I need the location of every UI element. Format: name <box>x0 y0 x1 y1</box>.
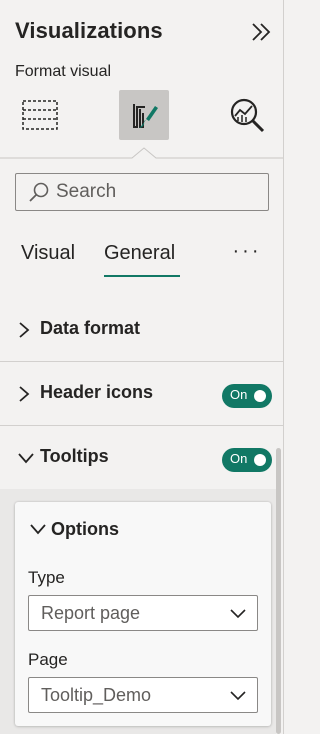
double-chevron-right-icon <box>252 23 271 41</box>
chevron-down-icon <box>30 524 46 535</box>
format-tabs: Visual General ··· <box>0 238 284 278</box>
type-dropdown-value: Report page <box>41 603 141 623</box>
tab-divider <box>0 147 284 159</box>
page-dropdown-value: Tooltip_Demo <box>41 685 152 705</box>
pane-border <box>283 0 284 734</box>
chevron-down-icon <box>230 609 246 619</box>
visualizations-pane: Visualizations Format visual Search Visu… <box>0 0 284 734</box>
type-dropdown[interactable]: Report page <box>28 595 258 631</box>
pane-title: Visualizations <box>15 18 163 43</box>
type-label: Type <box>28 568 65 587</box>
options-card: Options Type Report page Page Tooltip_De… <box>15 502 271 726</box>
chevron-right-icon <box>19 322 30 338</box>
format-visual-heading: Format visual <box>15 63 112 80</box>
page-label: Page <box>28 650 68 669</box>
chevron-down-icon <box>18 453 34 464</box>
magnifier-chart-icon <box>230 98 265 133</box>
section-data-format[interactable]: Data format <box>0 298 284 362</box>
chevron-down-icon <box>230 691 246 701</box>
toggle-knob <box>254 454 266 466</box>
dashed-grid-icon <box>22 100 58 130</box>
section-label-header-icons: Header icons <box>40 382 154 402</box>
toggle-knob <box>254 390 266 402</box>
vertical-scrollbar[interactable] <box>276 448 281 734</box>
search-input[interactable] <box>56 181 246 203</box>
tooltips-toggle[interactable]: On <box>222 448 272 472</box>
build-visual-tab[interactable] <box>15 90 65 140</box>
collapse-pane-button[interactable] <box>248 20 274 44</box>
search-box[interactable] <box>15 173 269 211</box>
section-tooltips[interactable]: Tooltips On <box>0 426 284 490</box>
paintbrush-icon <box>133 104 158 128</box>
toggle-state-label: On <box>230 451 248 466</box>
chevron-right-icon <box>19 386 30 402</box>
active-tab-indicator <box>104 275 180 277</box>
options-header[interactable]: Options <box>29 519 119 541</box>
section-label-tooltips: Tooltips <box>40 446 109 466</box>
header-icons-toggle[interactable]: On <box>222 384 272 408</box>
section-header-icons[interactable]: Header icons On <box>0 362 284 426</box>
more-options-button[interactable]: ··· <box>232 241 262 266</box>
toggle-state-label: On <box>230 387 248 402</box>
tab-visual[interactable]: Visual <box>21 242 75 265</box>
page-dropdown[interactable]: Tooltip_Demo <box>28 677 258 713</box>
search-icon <box>29 182 49 202</box>
tab-general[interactable]: General <box>104 242 175 265</box>
analytics-tab[interactable] <box>222 90 272 140</box>
options-label: Options <box>51 519 119 539</box>
section-label-data-format: Data format <box>40 318 141 338</box>
format-visual-tab[interactable] <box>119 90 169 140</box>
